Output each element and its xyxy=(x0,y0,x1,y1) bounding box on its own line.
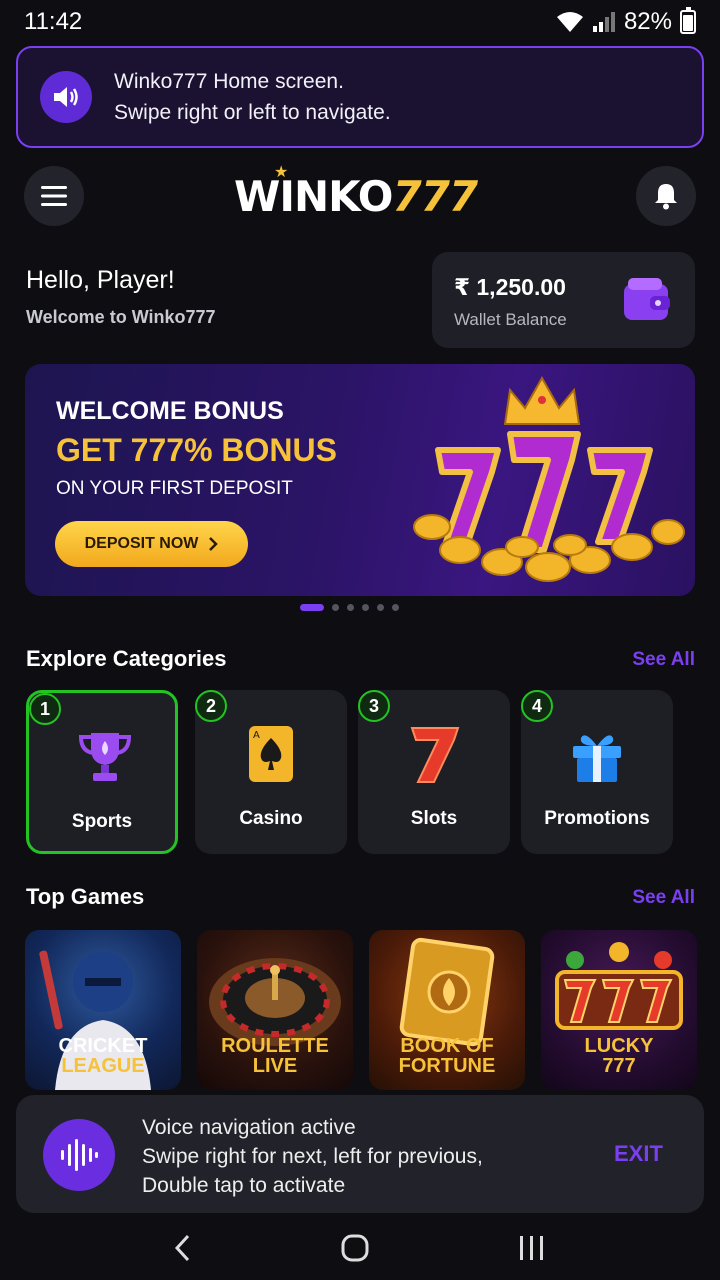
category-sports[interactable]: 1 Sports xyxy=(26,690,178,854)
game-title: BOOK OF FORTUNE xyxy=(398,1035,496,1077)
deposit-label: DEPOSIT NOW xyxy=(84,535,199,552)
game-card-cricket-league[interactable]: CRICKET LEAGUE xyxy=(25,930,181,1090)
screen-reader-banner: Winko777 Home screen. Swipe right or lef… xyxy=(16,46,704,148)
battery-icon xyxy=(680,7,696,34)
category-number-badge: 4 xyxy=(521,690,553,722)
svg-text:A: A xyxy=(253,730,260,741)
greeting-subtitle: Welcome to Winko777 xyxy=(26,307,216,327)
promo-banner[interactable]: WELCOME BONUS GET 777% BONUS ON YOUR FIR… xyxy=(25,364,695,596)
trophy-icon xyxy=(78,733,132,781)
categories-title: Explore Categories xyxy=(26,646,227,671)
signal-icon xyxy=(592,12,615,32)
category-label: Casino xyxy=(239,808,303,829)
game-title: LUCKY 777 xyxy=(584,1035,654,1077)
wallet-icon xyxy=(624,278,670,320)
top-games-title: Top Games xyxy=(26,884,145,909)
wallet-card[interactable]: ₹ 1,250.00 Wallet Balance xyxy=(432,252,695,348)
wifi-icon xyxy=(556,12,583,32)
chevron-right-icon xyxy=(209,537,219,551)
carousel-dot[interactable] xyxy=(377,604,384,611)
voice-line-3: Double tap to activate xyxy=(142,1174,346,1197)
status-time: 11:42 xyxy=(24,8,83,35)
back-icon[interactable] xyxy=(173,1233,193,1263)
app-header: ★ WINKO777 xyxy=(24,164,696,226)
recent-apps-icon[interactable] xyxy=(517,1234,547,1262)
voice-line-2: Swipe right for next, left for previous, xyxy=(142,1145,483,1168)
carousel-dot[interactable] xyxy=(332,604,339,611)
game-card-roulette-live[interactable]: ROULETTE LIVE xyxy=(197,930,353,1090)
battery-percent: 82% xyxy=(623,8,672,35)
category-label: Sports xyxy=(71,811,133,832)
banner-text: Winko777 Home screen. Swipe right or lef… xyxy=(114,66,391,128)
seven-icon xyxy=(410,727,460,783)
menu-button[interactable] xyxy=(24,166,84,226)
app-logo: WINKO777 xyxy=(234,172,478,221)
wallet-amount: ₹ 1,250.00 xyxy=(454,274,566,300)
category-casino[interactable]: 2 A Casino xyxy=(195,690,347,854)
voice-navigation-panel: Voice navigation active Swipe right for … xyxy=(16,1095,704,1213)
jackpot-777-illustration xyxy=(413,375,685,582)
category-number-badge: 2 xyxy=(195,690,227,722)
voice-line-1: Voice navigation active xyxy=(142,1116,356,1139)
category-label: Promotions xyxy=(544,808,650,829)
status-bar: 11:42 82% xyxy=(0,0,720,44)
game-card-lucky-777[interactable]: LUCKY 777 xyxy=(541,930,697,1090)
banner-line-2: Swipe right or left to navigate. xyxy=(114,101,391,124)
category-slots[interactable]: 3 Slots xyxy=(358,690,510,854)
status-icons: 82% xyxy=(556,7,696,36)
game-title: CRICKET LEAGUE xyxy=(58,1035,148,1077)
banner-line-1: Winko777 Home screen. xyxy=(114,70,344,93)
gift-icon xyxy=(573,735,621,782)
category-number-badge: 1 xyxy=(29,693,61,725)
promo-heading: WELCOME BONUS xyxy=(56,397,284,425)
category-promotions[interactable]: 4 Promotions xyxy=(521,690,673,854)
greeting: Hello, Player! Welcome to Winko777 xyxy=(26,266,216,328)
carousel-dot[interactable] xyxy=(300,604,324,611)
promo-bonus: GET 777% BONUS xyxy=(56,432,337,468)
carousel-indicator xyxy=(300,604,399,611)
voice-exit-button[interactable]: EXIT xyxy=(614,1141,663,1167)
home-icon[interactable] xyxy=(340,1233,370,1263)
category-label: Slots xyxy=(410,808,458,829)
promo-subtext: ON YOUR FIRST DEPOSIT xyxy=(56,478,293,499)
voice-instructions: Voice navigation active Swipe right for … xyxy=(142,1113,483,1200)
soundwave-icon xyxy=(43,1119,115,1191)
system-navigation-bar xyxy=(0,1215,720,1280)
carousel-dot[interactable] xyxy=(347,604,354,611)
notifications-button[interactable] xyxy=(636,166,696,226)
deposit-now-button[interactable]: DEPOSIT NOW xyxy=(55,521,248,567)
bell-icon xyxy=(655,184,677,210)
category-number-badge: 3 xyxy=(358,690,390,722)
top-games-see-all-link[interactable]: See All xyxy=(632,887,695,909)
greeting-title: Hello, Player! xyxy=(26,266,175,294)
speaker-icon xyxy=(40,71,92,123)
game-card-book-of-fortune[interactable]: BOOK OF FORTUNE xyxy=(369,930,525,1090)
categories-see-all-link[interactable]: See All xyxy=(632,649,695,671)
spade-card-icon: A xyxy=(249,726,293,782)
wallet-label: Wallet Balance xyxy=(454,310,567,329)
carousel-dot[interactable] xyxy=(362,604,369,611)
game-title: ROULETTE LIVE xyxy=(221,1035,329,1077)
hamburger-icon xyxy=(41,186,67,206)
carousel-dot[interactable] xyxy=(392,604,399,611)
